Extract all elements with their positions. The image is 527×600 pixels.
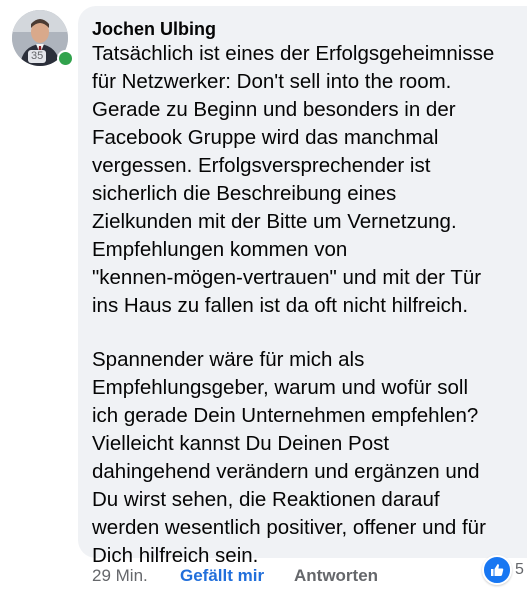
like-button[interactable]: Gefällt mir — [180, 565, 264, 587]
reaction-count: 5 — [515, 561, 524, 578]
thumbs-up-icon — [482, 555, 512, 585]
comment-timestamp[interactable]: 29 Min. — [92, 565, 148, 587]
comment-author[interactable]: Jochen Ulbing — [92, 18, 527, 40]
comment-paragraph-1: Tatsächlich ist eines der Erfolgsgeheimn… — [92, 42, 495, 317]
comment-paragraph-2: Spannender wäre für mich als Empfehlungs… — [92, 348, 486, 567]
comment-bubble: Jochen Ulbing Tatsächlich ist eines der … — [78, 6, 527, 567]
avatar-badge: 35 — [28, 50, 47, 63]
reaction-summary[interactable]: 5 — [482, 555, 524, 585]
online-status-dot — [57, 50, 74, 67]
reply-button[interactable]: Antworten — [294, 565, 378, 587]
